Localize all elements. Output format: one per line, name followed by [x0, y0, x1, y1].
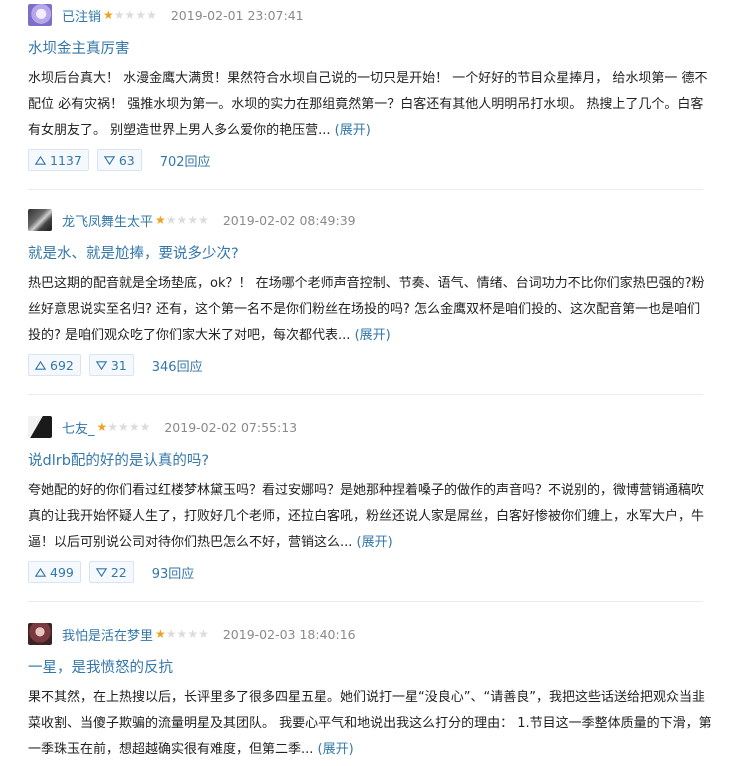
star-icon: ★ — [118, 420, 129, 434]
review-time: 2019-02-01 23:07:41 — [170, 7, 304, 23]
review-header: 我怕是活在梦里 ★★★★★ 2019-02-03 18:40:16 — [28, 623, 356, 645]
review-actions: 692 31 346回应 — [28, 354, 203, 376]
review-actions: 1137 63 702回应 — [28, 149, 211, 171]
triangle-up-icon — [35, 155, 46, 165]
divider — [28, 189, 703, 190]
expand-link[interactable]: (展开) — [355, 328, 391, 343]
review-title[interactable]: 水坝金主真厉害 — [28, 37, 130, 58]
useless-count: 22 — [110, 564, 127, 580]
reply-link[interactable]: 702回应 — [160, 151, 211, 170]
avatar[interactable] — [28, 4, 52, 26]
reply-link[interactable]: 346回应 — [152, 356, 203, 375]
expand-link[interactable]: (展开) — [318, 742, 354, 757]
useful-count: 692 — [50, 357, 74, 373]
star-icon: ★ — [139, 420, 151, 434]
expand-link[interactable]: (展开) — [335, 123, 371, 138]
review-header: 龙飞凤舞生太平 ★★★★★ 2019-02-02 08:49:39 — [28, 209, 356, 231]
rating-stars: ★★★★★ — [97, 421, 151, 433]
useless-button[interactable]: 63 — [96, 149, 142, 171]
star-icon: ★ — [96, 420, 108, 434]
author-name[interactable]: 龙飞凤舞生太平 — [62, 211, 153, 230]
review-list: 已注销 ★★★★★ 2019-02-01 23:07:41 水坝金主真厉害 水坝… — [0, 0, 753, 766]
useless-count: 63 — [118, 152, 135, 168]
useful-count: 1137 — [50, 152, 82, 168]
useful-button[interactable]: 499 — [28, 561, 81, 583]
star-icon: ★ — [187, 213, 199, 227]
useless-button[interactable]: 31 — [88, 354, 134, 376]
useful-button[interactable]: 1137 — [28, 149, 89, 171]
useless-button[interactable]: 22 — [88, 561, 134, 583]
star-icon: ★ — [155, 213, 166, 227]
triangle-down-icon — [95, 567, 107, 577]
star-icon: ★ — [103, 8, 114, 22]
review-time: 2019-02-02 08:49:39 — [222, 212, 356, 228]
review-content: 热巴这期的配音就是全场垫底，ok？！ 在场哪个老师声音控制、节奏、语气、情绪、台… — [28, 271, 713, 349]
rating-stars: ★★★★★ — [155, 628, 209, 640]
star-icon: ★ — [187, 627, 199, 641]
author-name[interactable]: 七友_ — [62, 418, 95, 437]
review-content: 夸她配的好的你们看过红楼梦林黛玉吗？看过安娜吗？是她那种捏着嗓子的做作的声音吗？… — [28, 478, 713, 556]
star-icon: ★ — [198, 627, 209, 641]
star-icon: ★ — [165, 213, 177, 227]
author-name[interactable]: 我怕是活在梦里 — [62, 625, 153, 644]
star-icon: ★ — [146, 8, 157, 22]
review-title[interactable]: 一星，是我愤怒的反抗 — [28, 656, 173, 677]
review-title[interactable]: 说dlrb配的好的是认真的吗? — [28, 449, 209, 470]
useful-button[interactable]: 692 — [28, 354, 81, 376]
review-header: 已注销 ★★★★★ 2019-02-01 23:07:41 — [28, 4, 304, 26]
review-time: 2019-02-02 07:55:13 — [164, 419, 298, 435]
review-time: 2019-02-03 18:40:16 — [222, 626, 356, 642]
avatar[interactable] — [28, 623, 52, 645]
star-icon: ★ — [113, 8, 125, 22]
review-content: 水坝后台真大！ 水漫金鹰大满贯！果然符合水坝自己说的一切只是开始！ 一个好好的节… — [28, 66, 713, 144]
star-icon: ★ — [124, 8, 136, 22]
triangle-down-icon — [103, 155, 115, 165]
star-icon: ★ — [198, 213, 209, 227]
triangle-up-icon — [35, 567, 46, 577]
star-icon: ★ — [128, 420, 140, 434]
review-title[interactable]: 就是水、就是尬捧，要说多少次? — [28, 242, 239, 263]
star-icon: ★ — [165, 627, 177, 641]
rating-stars: ★★★★★ — [155, 214, 209, 226]
review-actions: 499 22 93回应 — [28, 561, 194, 583]
reply-link[interactable]: 93回应 — [152, 563, 195, 582]
review-text: 果不其然，在上热搜以后，长评里多了很多四星五星。她们说打一星“没良心”、“请善良… — [28, 690, 712, 757]
star-icon: ★ — [176, 213, 188, 227]
star-icon: ★ — [176, 627, 188, 641]
triangle-up-icon — [35, 360, 46, 370]
useful-count: 499 — [50, 564, 74, 580]
triangle-down-icon — [95, 360, 107, 370]
avatar[interactable] — [28, 209, 52, 231]
divider — [28, 601, 703, 602]
review-header: 七友_ ★★★★★ 2019-02-02 07:55:13 — [28, 416, 297, 438]
star-icon: ★ — [155, 627, 166, 641]
rating-stars: ★★★★★ — [103, 9, 157, 21]
author-name[interactable]: 已注销 — [62, 6, 101, 25]
useless-count: 31 — [110, 357, 127, 373]
divider — [28, 394, 703, 395]
avatar[interactable] — [28, 416, 52, 438]
expand-link[interactable]: (展开) — [357, 535, 393, 550]
review-content: 果不其然，在上热搜以后，长评里多了很多四星五星。她们说打一星“没良心”、“请善良… — [28, 685, 713, 763]
star-icon: ★ — [135, 8, 147, 22]
star-icon: ★ — [107, 420, 119, 434]
